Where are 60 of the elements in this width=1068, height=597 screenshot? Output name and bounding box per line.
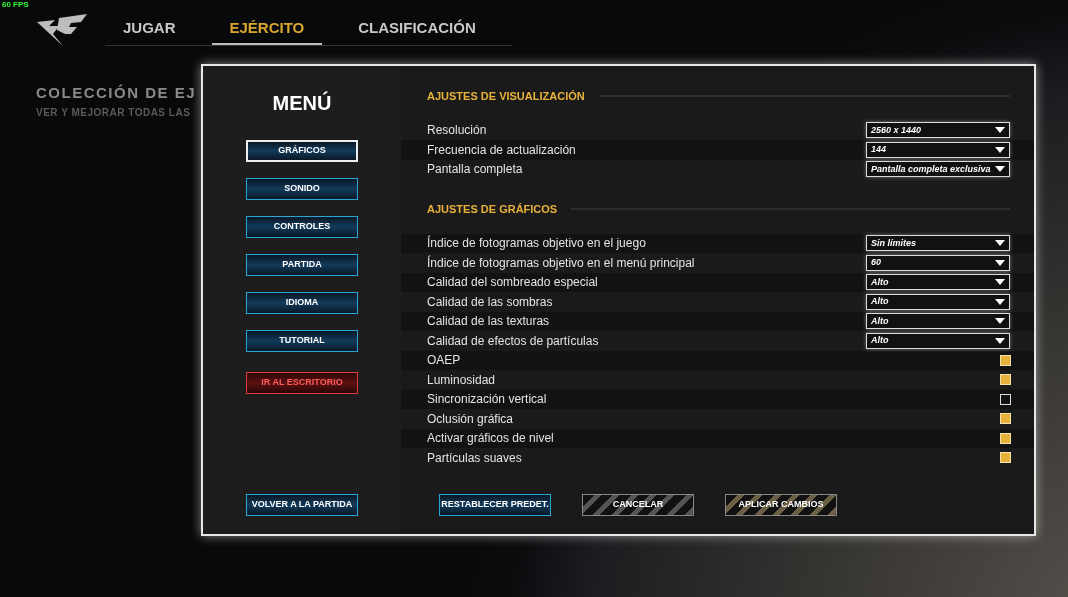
- menu-button[interactable]: TUTORIAL: [246, 330, 358, 352]
- action-button[interactable]: RESTABLECER PREDET.: [439, 494, 551, 516]
- menu-button[interactable]: SONIDO: [246, 178, 358, 200]
- nav-tab[interactable]: EJÉRCITO: [211, 13, 323, 45]
- setting-label: Índice de fotogramas objetivo en el menú principal: [427, 254, 696, 272]
- back-to-game-button[interactable]: VOLVER A LA PARTIDA: [246, 494, 358, 516]
- caret-icon: [995, 259, 1005, 266]
- logo-icon: [35, 14, 89, 48]
- setting-label: Sincronización vertical: [427, 391, 548, 409]
- setting-label: Pantalla completa: [427, 161, 524, 179]
- checkbox[interactable]: [1000, 374, 1011, 386]
- dropdown[interactable]: Alto: [866, 274, 1010, 291]
- setting-label: Calidad del sombreado especial: [427, 274, 599, 292]
- caret-icon: [995, 240, 1005, 247]
- page-subtitle: VER Y MEJORAR TODAS LAS: [36, 105, 191, 120]
- menu-button[interactable]: GRÁFICOS: [246, 140, 358, 162]
- checkbox[interactable]: [1000, 393, 1011, 405]
- checkbox[interactable]: [1000, 413, 1011, 425]
- section-heading: AJUSTES DE GRÁFICOS: [427, 202, 558, 217]
- setting-label: Calidad de efectos de partículas: [427, 332, 600, 350]
- action-button[interactable]: APLICAR CAMBIOS: [725, 494, 837, 516]
- menu-button[interactable]: PARTIDA: [246, 254, 358, 276]
- dropdown[interactable]: Pantalla completa exclusiva: [866, 161, 1010, 178]
- menu-button[interactable]: IR AL ESCRITORIO: [246, 372, 358, 394]
- dropdown[interactable]: Alto: [866, 313, 1010, 330]
- setting-label: Oclusión gráfica: [427, 410, 515, 428]
- nav-tab[interactable]: JUGAR: [105, 13, 194, 45]
- dropdown[interactable]: Sin límites: [866, 235, 1010, 252]
- dropdown[interactable]: 2560 x 1440: [866, 122, 1010, 139]
- fps-counter: 60 FPS: [2, 0, 29, 9]
- nav-tab[interactable]: CLASIFICACIÓN: [340, 13, 494, 45]
- setting-label: Frecuencia de actualización: [427, 141, 577, 159]
- setting-label: Calidad de las sombras: [427, 293, 554, 311]
- checkbox[interactable]: [1000, 452, 1011, 464]
- setting-label: Partículas suaves: [427, 449, 523, 467]
- checkbox[interactable]: [1000, 432, 1011, 444]
- setting-label: Índice de fotogramas objetivo en el juego: [427, 234, 647, 253]
- dropdown[interactable]: 144: [866, 141, 1010, 158]
- setting-label: Resolución: [427, 122, 488, 140]
- page-title: COLECCIÓN DE EJ: [36, 83, 197, 103]
- setting-label: Activar gráficos de nivel: [427, 430, 555, 448]
- setting-label: Luminosidad: [427, 371, 497, 389]
- caret-icon: [995, 166, 1005, 173]
- menu-button[interactable]: IDIOMA: [246, 292, 358, 314]
- caret-icon: [995, 279, 1005, 286]
- menu-title: MENÚ: [272, 90, 332, 116]
- section-heading: AJUSTES DE VISUALIZACIÓN: [427, 89, 585, 104]
- caret-icon: [995, 298, 1005, 305]
- caret-icon: [995, 318, 1005, 325]
- dropdown[interactable]: Alto: [866, 332, 1010, 349]
- caret-icon: [995, 127, 1005, 134]
- caret-icon: [995, 146, 1005, 153]
- caret-icon: [995, 337, 1005, 344]
- setting-label: OAEP: [427, 352, 462, 370]
- dropdown[interactable]: Alto: [866, 293, 1010, 310]
- menu-button[interactable]: CONTROLES: [246, 216, 358, 238]
- setting-label: Calidad de las texturas: [427, 313, 551, 331]
- checkbox[interactable]: [1000, 354, 1011, 366]
- dropdown[interactable]: 60: [866, 254, 1010, 271]
- action-button[interactable]: CANCELAR: [582, 494, 694, 516]
